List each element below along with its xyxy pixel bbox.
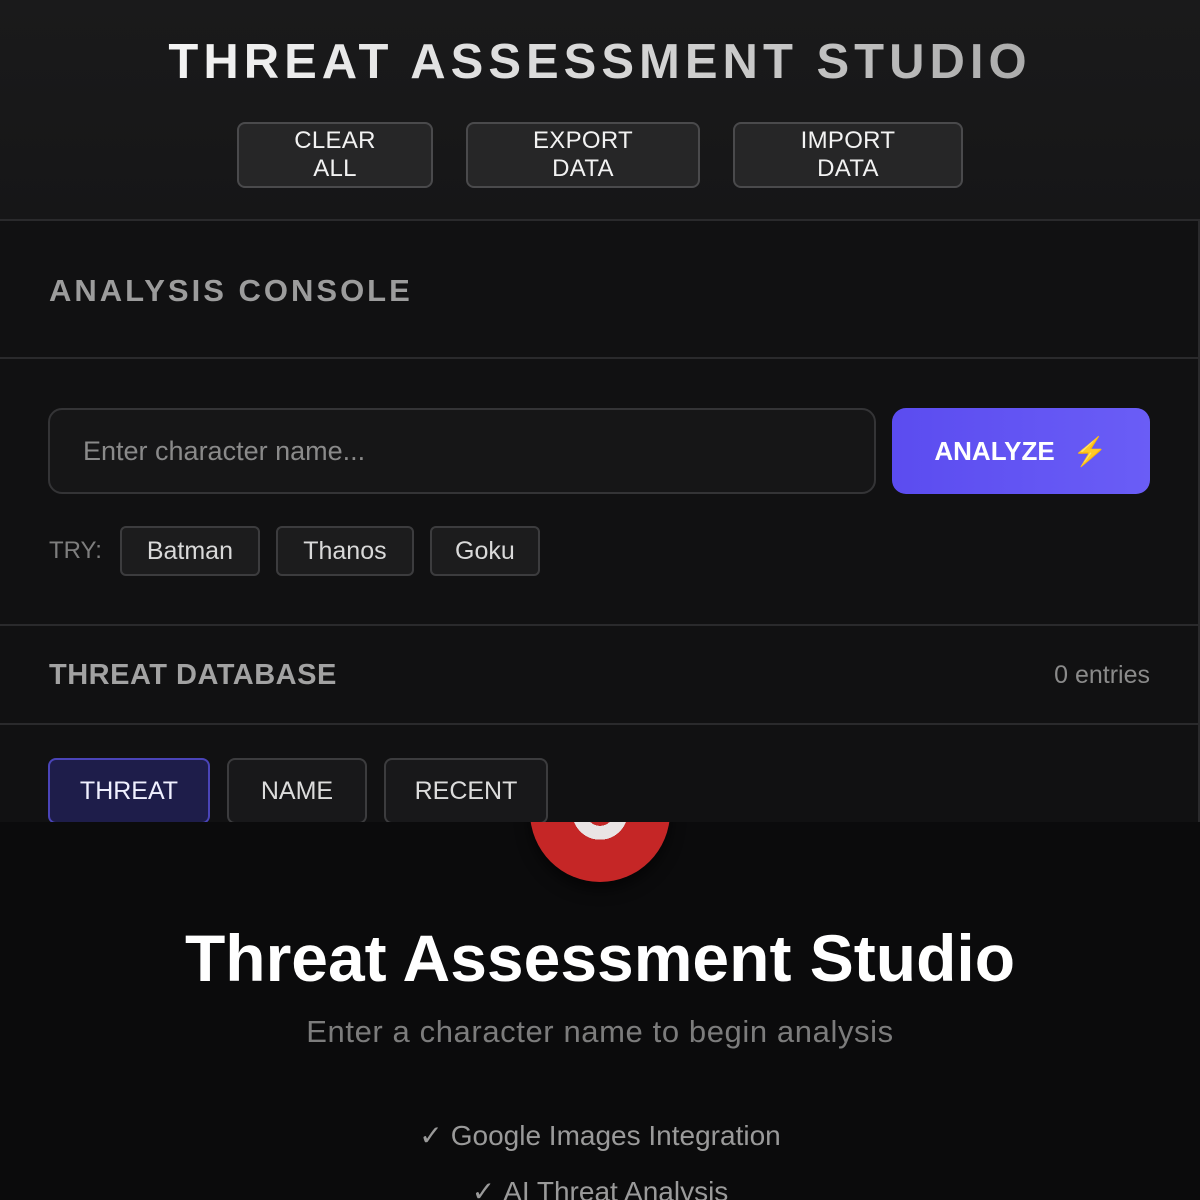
clear-all-button[interactable]: CLEAR ALL — [237, 122, 433, 188]
empty-state-subtitle: Enter a character name to begin analysis — [306, 1014, 894, 1049]
analyze-button[interactable]: ANALYZE ⚡ — [892, 408, 1150, 494]
feature-label: Google Images Integration — [450, 1120, 781, 1151]
analysis-panel: ANALYSIS CONSOLE ANALYZE ⚡ TRY: Batman T… — [0, 221, 1200, 824]
check-icon: ✓ — [419, 1120, 443, 1151]
export-data-button[interactable]: EXPORT DATA — [466, 122, 700, 188]
database-header: THREAT DATABASE 0 entries — [0, 624, 1200, 725]
suggestion-chip-thanos[interactable]: Thanos — [275, 526, 414, 576]
empty-state: Threat Assessment Studio Enter a charact… — [0, 822, 1200, 1200]
feature-item: ✓ AI Threat Analysis — [0, 1172, 1200, 1200]
console-title: ANALYSIS CONSOLE — [49, 273, 413, 308]
feature-item: ✓ Google Images Integration — [0, 1116, 1200, 1172]
entry-count: 0 entries — [1054, 661, 1150, 689]
lightning-icon: ⚡ — [1072, 435, 1108, 467]
search-row: ANALYZE ⚡ — [48, 408, 1150, 494]
import-data-button[interactable]: IMPORT DATA — [733, 122, 963, 188]
sort-threat-button[interactable]: THREAT — [48, 758, 210, 824]
app-title: THREAT ASSESSMENT STUDIO — [0, 34, 1200, 90]
sort-tabs: THREAT NAME RECENT — [48, 758, 548, 824]
suggestion-chip-batman[interactable]: Batman — [119, 526, 260, 576]
header-actions: CLEAR ALL EXPORT DATA IMPORT DATA — [0, 122, 1200, 188]
feature-label: AI Threat Analysis — [503, 1176, 729, 1200]
app-root: THREAT ASSESSMENT STUDIO CLEAR ALL EXPOR… — [0, 0, 1200, 1200]
sort-recent-button[interactable]: RECENT — [384, 758, 548, 824]
character-name-input[interactable] — [48, 408, 876, 494]
suggestion-chip-goku[interactable]: Goku — [429, 526, 540, 576]
suggestions-row: TRY: Batman Thanos Goku — [49, 526, 540, 576]
target-icon — [530, 822, 670, 882]
analyze-label: ANALYZE — [934, 435, 1055, 466]
header: THREAT ASSESSMENT STUDIO CLEAR ALL EXPOR… — [0, 0, 1200, 221]
console-header: ANALYSIS CONSOLE — [0, 221, 1200, 359]
feature-list: ✓ Google Images Integration ✓ AI Threat An… — [0, 1116, 1200, 1200]
empty-state-title: Threat Assessment Studio — [184, 921, 1016, 995]
check-icon: ✓ — [471, 1176, 496, 1200]
try-label: TRY: — [49, 537, 102, 564]
sort-name-button[interactable]: NAME — [227, 758, 367, 824]
database-title: THREAT DATABASE — [49, 659, 337, 691]
